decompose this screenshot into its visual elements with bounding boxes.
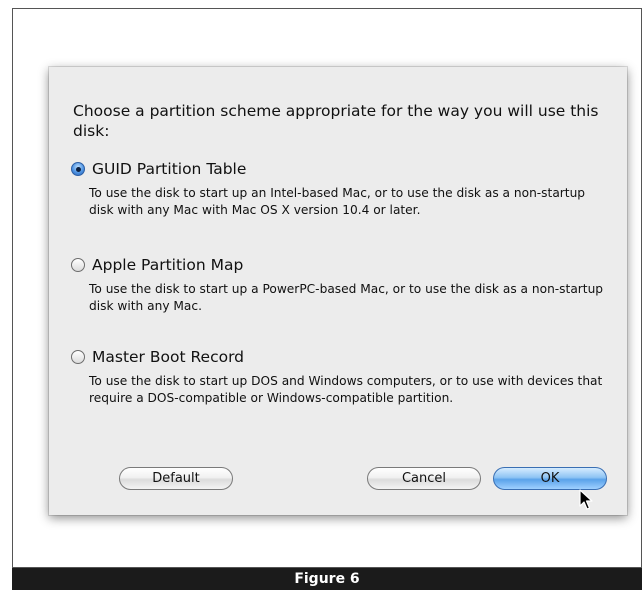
option-label[interactable]: Apple Partition Map xyxy=(92,256,243,274)
option-master-boot-record[interactable]: Master Boot Record To use the disk to st… xyxy=(71,347,611,407)
option-description: To use the disk to start up an Intel-bas… xyxy=(89,186,586,217)
default-button[interactable]: Default xyxy=(119,467,233,490)
option-guid-partition-table[interactable]: GUID Partition Table To use the disk to … xyxy=(71,159,611,219)
radio-selected-icon[interactable] xyxy=(71,162,85,176)
dialog-prompt: Choose a partition scheme appropriate fo… xyxy=(73,102,599,140)
partition-options-dialog: Choose a partition scheme appropriate fo… xyxy=(49,67,627,515)
radio-icon[interactable] xyxy=(71,350,85,364)
option-description: To use the disk to start up DOS and Wind… xyxy=(89,374,603,405)
option-label[interactable]: Master Boot Record xyxy=(92,348,244,366)
mouse-pointer-icon xyxy=(579,489,593,510)
option-label[interactable]: GUID Partition Table xyxy=(92,160,246,178)
figure-caption: Figure 6 xyxy=(12,568,642,590)
radio-icon[interactable] xyxy=(71,258,85,272)
ok-button[interactable]: OK xyxy=(493,467,607,490)
figure-frame: Choose a partition scheme appropriate fo… xyxy=(12,8,642,568)
cancel-button[interactable]: Cancel xyxy=(367,467,481,490)
option-description: To use the disk to start up a PowerPC-ba… xyxy=(89,282,604,313)
option-apple-partition-map[interactable]: Apple Partition Map To use the disk to s… xyxy=(71,255,611,315)
